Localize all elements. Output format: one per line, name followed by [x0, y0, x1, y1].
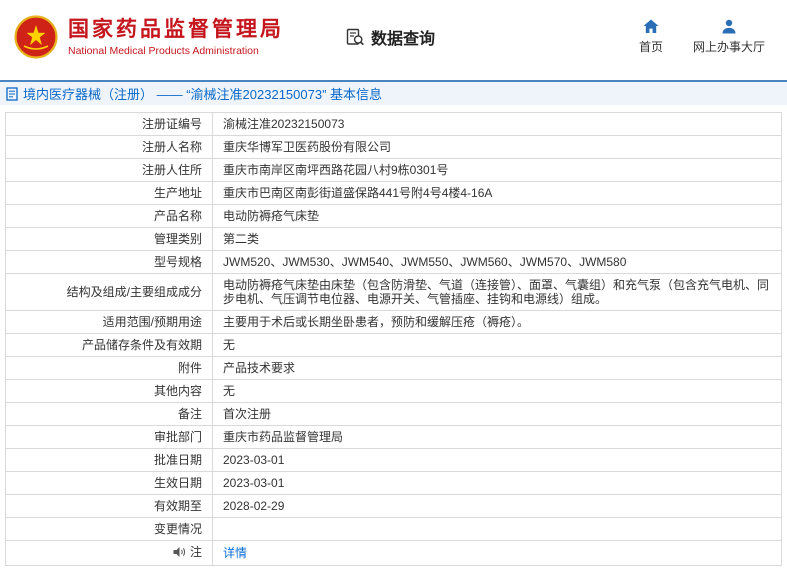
site-header: 国家药品监督管理局 National Medical Products Admi…: [0, 0, 787, 74]
table-row: 注册证编号 渝械注准20232150073: [5, 112, 782, 136]
row-value: 首次注册: [212, 402, 782, 426]
row-label: 生产地址: [5, 181, 213, 205]
header-nav: 首页 网上办事大厅: [639, 19, 773, 55]
table-row: 管理类别 第二类: [5, 227, 782, 251]
row-label: 其他内容: [5, 379, 213, 403]
table-row: 注 详情: [5, 540, 782, 566]
row-value: 重庆市南岸区南坪西路花园八村9栋0301号: [212, 158, 782, 182]
agency-name-cn: 国家药品监督管理局: [68, 17, 284, 41]
user-icon: [722, 19, 736, 34]
row-value: 无: [212, 333, 782, 357]
row-value: 重庆市药品监督管理局: [212, 425, 782, 449]
home-icon: [643, 19, 659, 33]
brand: 国家药品监督管理局 National Medical Products Admi…: [14, 15, 284, 59]
row-label: 产品名称: [5, 204, 213, 228]
row-label: 注册证编号: [5, 112, 213, 136]
row-value: 无: [212, 379, 782, 403]
row-label: 适用范围/预期用途: [5, 310, 213, 334]
table-row: 备注 首次注册: [5, 402, 782, 426]
row-value: 2028-02-29: [212, 494, 782, 518]
row-label: 注册人住所: [5, 158, 213, 182]
table-row: 产品名称 电动防褥疮气床垫: [5, 204, 782, 228]
table-row: 注册人住所 重庆市南岸区南坪西路花园八村9栋0301号: [5, 158, 782, 182]
row-label: 管理类别: [5, 227, 213, 251]
row-value: 主要用于术后或长期坐卧患者，预防和缓解压疮（褥疮）。: [212, 310, 782, 334]
row-label: 批准日期: [5, 448, 213, 472]
table-row: 审批部门 重庆市药品监督管理局: [5, 425, 782, 449]
row-value: 产品技术要求: [212, 356, 782, 380]
table-row: 变更情况: [5, 517, 782, 541]
nav-data-query-label: 数据查询: [371, 31, 436, 48]
row-label: 变更情况: [5, 517, 213, 541]
row-label: 备注: [5, 402, 213, 426]
row-label: 结构及组成/主要组成成分: [5, 273, 213, 311]
row-value: 详情: [212, 540, 782, 566]
nav-service-hall-label: 网上办事大厅: [692, 40, 765, 54]
table-row: 型号规格 JWM520、JWM530、JWM540、JWM550、JWM560、J…: [5, 250, 782, 274]
row-value: 重庆市巴南区南彭街道盛保路441号附4号4楼4-16A: [212, 181, 782, 205]
row-label: 生效日期: [5, 471, 213, 495]
table-row: 适用范围/预期用途 主要用于术后或长期坐卧患者，预防和缓解压疮（褥疮）。: [5, 310, 782, 334]
row-value: 电动防褥疮气床垫由床垫（包含防滑垫、气道（连接管）、面罩、气囊组）和充气泵（包含…: [212, 273, 782, 311]
table-row: 生效日期 2023-03-01: [5, 471, 782, 495]
row-value: 电动防褥疮气床垫: [212, 204, 782, 228]
table-row: 结构及组成/主要组成成分 电动防褥疮气床垫由床垫（包含防滑垫、气道（连接管）、面罩…: [5, 273, 782, 311]
row-value: 2023-03-01: [212, 448, 782, 472]
row-value: [212, 517, 782, 541]
row-label: 型号规格: [5, 250, 213, 274]
detail-link[interactable]: 详情: [223, 546, 247, 560]
nav-home-label: 首页: [638, 40, 663, 54]
row-label: 产品储存条件及有效期: [5, 333, 213, 357]
data-query-icon: [346, 28, 364, 45]
row-label: 注册人名称: [5, 135, 213, 159]
row-label-note: 注: [5, 540, 213, 566]
table-row: 附件 产品技术要求: [5, 356, 782, 380]
row-label: 附件: [5, 356, 213, 380]
row-value: 重庆华博军卫医药股份有限公司: [212, 135, 782, 159]
nav-home[interactable]: 首页: [639, 19, 663, 55]
row-label: 有效期至: [5, 494, 213, 518]
brand-text: 国家药品监督管理局 National Medical Products Admi…: [68, 18, 284, 57]
speaker-icon: [173, 547, 186, 557]
row-label: 审批部门: [5, 425, 213, 449]
table-row: 批准日期 2023-03-01: [5, 448, 782, 472]
page-title-bar: 境内医疗器械（注册） —— “渝械注准20232150073” 基本信息: [0, 80, 787, 105]
document-icon: [6, 86, 18, 101]
row-value: JWM520、JWM530、JWM540、JWM550、JWM560、JWM57…: [212, 250, 782, 274]
table-row: 有效期至 2028-02-29: [5, 494, 782, 518]
row-value: 第二类: [212, 227, 782, 251]
table-row: 其他内容无: [5, 379, 782, 403]
table-row: 生产地址 重庆市巴南区南彭街道盛保路441号附4号4楼4-16A: [5, 181, 782, 205]
row-value: 2023-03-01: [212, 471, 782, 495]
row-value: 渝械注准20232150073: [212, 112, 782, 136]
registration-info-table: 注册证编号 渝械注准20232150073 注册人名称 重庆华博军卫医药股份有限公司…: [5, 112, 782, 566]
nav-service-hall[interactable]: 网上办事大厅: [693, 19, 765, 55]
nav-data-query[interactable]: 数据查询: [346, 25, 435, 49]
table-row: 产品储存条件及有效期无: [5, 333, 782, 357]
national-emblem-icon: [14, 15, 58, 59]
page-title: 境内医疗器械（注册） —— “渝械注准20232150073” 基本信息: [23, 87, 383, 102]
table-row: 注册人名称 重庆华博军卫医药股份有限公司: [5, 135, 782, 159]
agency-name-en: National Medical Products Administration: [68, 44, 259, 57]
